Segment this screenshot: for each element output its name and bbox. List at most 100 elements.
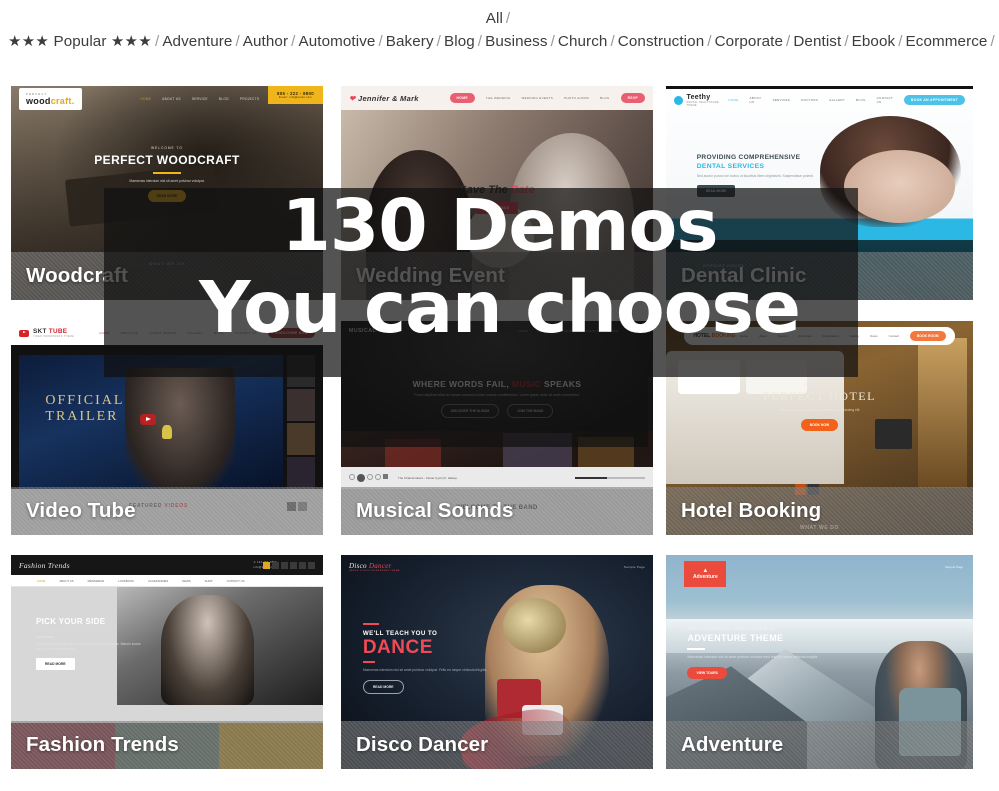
promo-overlay-backdrop-center [341, 320, 648, 447]
videotube-logo: SKT TUBE [33, 328, 68, 335]
woodcraft-menu-4[interactable]: PROJECTS [240, 97, 259, 101]
player-volume-slider[interactable] [575, 477, 645, 479]
dental-menu-1[interactable]: ABOUT US [749, 96, 761, 104]
player-next-icon[interactable] [367, 474, 373, 480]
dental-logo: Teethy [686, 93, 711, 101]
woodcraft-menu-2[interactable]: SERVICE [192, 97, 208, 101]
filter-item-author[interactable]: Author [243, 33, 288, 50]
card-title-text: Video Tube [26, 499, 136, 522]
hotel-book-room-button[interactable]: BOOK ROOM [909, 331, 946, 341]
fashion-section-title: WOMENSWEAR COLLECTIONS [35, 628, 112, 632]
fashion-read-more-button[interactable]: READ MORE [35, 658, 75, 671]
rss-icon[interactable] [308, 561, 315, 569]
fashion-menu-1[interactable]: ABOUT US [59, 579, 73, 583]
adventure-view-tours-button[interactable]: VIEW TOURS [687, 667, 727, 680]
filter-item-dentist[interactable]: Dentist [793, 33, 841, 50]
disco-body: Maecenas interdum nisl sit amet pulvinar… [362, 668, 488, 672]
card-title-text: Musical Sounds [356, 499, 514, 522]
wedding-menu-1[interactable]: THE WEDDING [486, 96, 511, 100]
promo-overlay-backdrop-top [104, 188, 858, 320]
fashion-menu-5[interactable]: NEWS [182, 579, 190, 583]
hotel-headline: PERFECT HOTEL [763, 389, 876, 403]
disco-logo-sub: DANCE STUDIO WORDPRESS THEME [349, 570, 400, 572]
dental-menu-5[interactable]: BLOG [856, 98, 866, 102]
fashion-menu-2[interactable]: MENSWEAR [88, 579, 104, 583]
demo-card-fashion-trends[interactable]: Fashion Trends ✆ 123-456-7890 info@domai… [11, 555, 323, 769]
card-title-text: Hotel Booking [681, 499, 822, 522]
dental-body: Sed auctor purus non luctus ut faucibus … [696, 174, 814, 178]
demo-card-adventure[interactable]: ▲ Adventure Sample Page FIND YOUR SPECIA… [666, 555, 973, 769]
filter-item-blog[interactable]: Blog [444, 33, 475, 50]
filter-item-church[interactable]: Church [558, 33, 608, 50]
linkedin-icon[interactable] [299, 561, 306, 569]
dental-menu-0[interactable]: HOME [728, 98, 738, 102]
player-prev-icon[interactable] [349, 474, 355, 480]
card-title-bar: Fashion Trends [11, 721, 323, 769]
category-filter-bar[interactable]: All/★★★ Popular ★★★ / Adventure / Author / Aut… [0, 0, 999, 53]
card-title-text: Adventure [681, 733, 784, 756]
dental-logo-sub: DENTAL HEALTHCARE THEME [686, 100, 720, 107]
filter-item-ebook[interactable]: Ebook [852, 33, 896, 50]
wedding-menu-2[interactable]: WEDDING EVENTS [522, 96, 554, 100]
filter-separator: / [990, 33, 995, 50]
fashion-menu-7[interactable]: CONTACT US [227, 579, 245, 583]
card-title-bar: Musical Sounds [341, 487, 653, 535]
demo-card-disco-dancer[interactable]: Disco Dancer DANCE STUDIO WORDPRESS THEM… [341, 555, 653, 769]
facebook-icon[interactable] [263, 561, 270, 569]
fashion-body: Praesent elementum nisl ac augue pellent… [35, 641, 141, 651]
fashion-menu-6[interactable]: SHOP [205, 579, 213, 583]
fashion-menu-4[interactable]: ACCESSORIES [148, 579, 168, 583]
filter-separator: / [707, 33, 712, 50]
player-stop-icon[interactable] [383, 474, 388, 479]
woodcraft-menu-3[interactable]: BLOG [219, 97, 229, 101]
hotel-book-now-button[interactable]: BOOK NOW [800, 419, 839, 432]
dental-book-appointment-button[interactable]: BOOK AN APPOINTMENT [903, 95, 965, 105]
fashion-menu-3[interactable]: LOOKBOOK [118, 579, 134, 583]
filter-item-all[interactable]: All [486, 10, 503, 27]
promo-overlay-backdrop-left [104, 320, 341, 377]
adventure-menu-0[interactable]: Sample Page [945, 565, 963, 569]
player-track-name: The Chainsmokers - Closer (Lyric) ft. Ha… [398, 476, 457, 480]
filter-item-ecommerce[interactable]: Ecommerce [906, 33, 988, 50]
twitter-icon[interactable] [281, 561, 288, 569]
player-play-icon[interactable] [357, 474, 365, 482]
filter-item-adventure[interactable]: Adventure [162, 33, 232, 50]
filter-item-business[interactable]: Business [485, 33, 547, 50]
woodcraft-menu-0[interactable]: HOME [140, 97, 151, 101]
filter-separator: / [477, 33, 483, 50]
filter-item-construction[interactable]: Construction [618, 33, 704, 50]
disco-logo: Disco Dancer [349, 562, 392, 570]
card-title-bar: Disco Dancer [341, 721, 653, 769]
filter-separator: / [291, 33, 296, 50]
fashion-headline: PICK YOUR SIDE [35, 617, 106, 626]
dental-eyebrow: PROVIDING COMPREHENSIVE [696, 154, 801, 161]
dental-menu-2[interactable]: SERVICES [773, 98, 791, 102]
hotel-menu-7[interactable]: Contact [889, 334, 899, 338]
fashion-menu-0[interactable]: HOME [37, 579, 45, 583]
filter-separator: / [610, 33, 615, 50]
pinterest-icon[interactable] [290, 561, 297, 569]
filter-item-bakery[interactable]: Bakery [386, 33, 434, 50]
dental-menu-6[interactable]: CONTACT US [877, 96, 893, 104]
wedding-logo: ❤ Jennifer & Mark [349, 93, 419, 103]
google-icon[interactable] [272, 561, 279, 569]
filter-item-popular[interactable]: ★★★ Popular ★★★ [8, 33, 152, 50]
fashion-logo: Fashion Trends [19, 560, 70, 570]
filter-item-automotive[interactable]: Automotive [298, 33, 375, 50]
disco-read-more-button[interactable]: READ MORE [362, 680, 404, 695]
woodcraft-logo: woodcraft. [26, 96, 75, 106]
filter-separator: / [378, 33, 383, 50]
hotel-menu-6[interactable]: News [870, 334, 878, 338]
woodcraft-menu-1[interactable]: ABOUT US [162, 97, 181, 101]
wedding-menu-3[interactable]: PHOTO ALBUM [564, 96, 589, 100]
woodcraft-email[interactable]: Email: info@email.com [277, 96, 314, 99]
filter-item-corporate[interactable]: Corporate [715, 33, 783, 50]
wedding-menu-0[interactable]: HOME [449, 93, 475, 103]
adventure-headline: ADVENTURE THEME [687, 633, 784, 643]
dental-menu-3[interactable]: DOCTORS [801, 98, 818, 102]
dental-menu-4[interactable]: GALLERY [829, 98, 845, 102]
wedding-menu-4[interactable]: BLOG [600, 96, 610, 100]
player-shuffle-icon[interactable] [375, 474, 381, 480]
wedding-rsvp-button[interactable]: RSVP [620, 93, 645, 103]
disco-menu-0[interactable]: Sample Page [624, 565, 645, 569]
